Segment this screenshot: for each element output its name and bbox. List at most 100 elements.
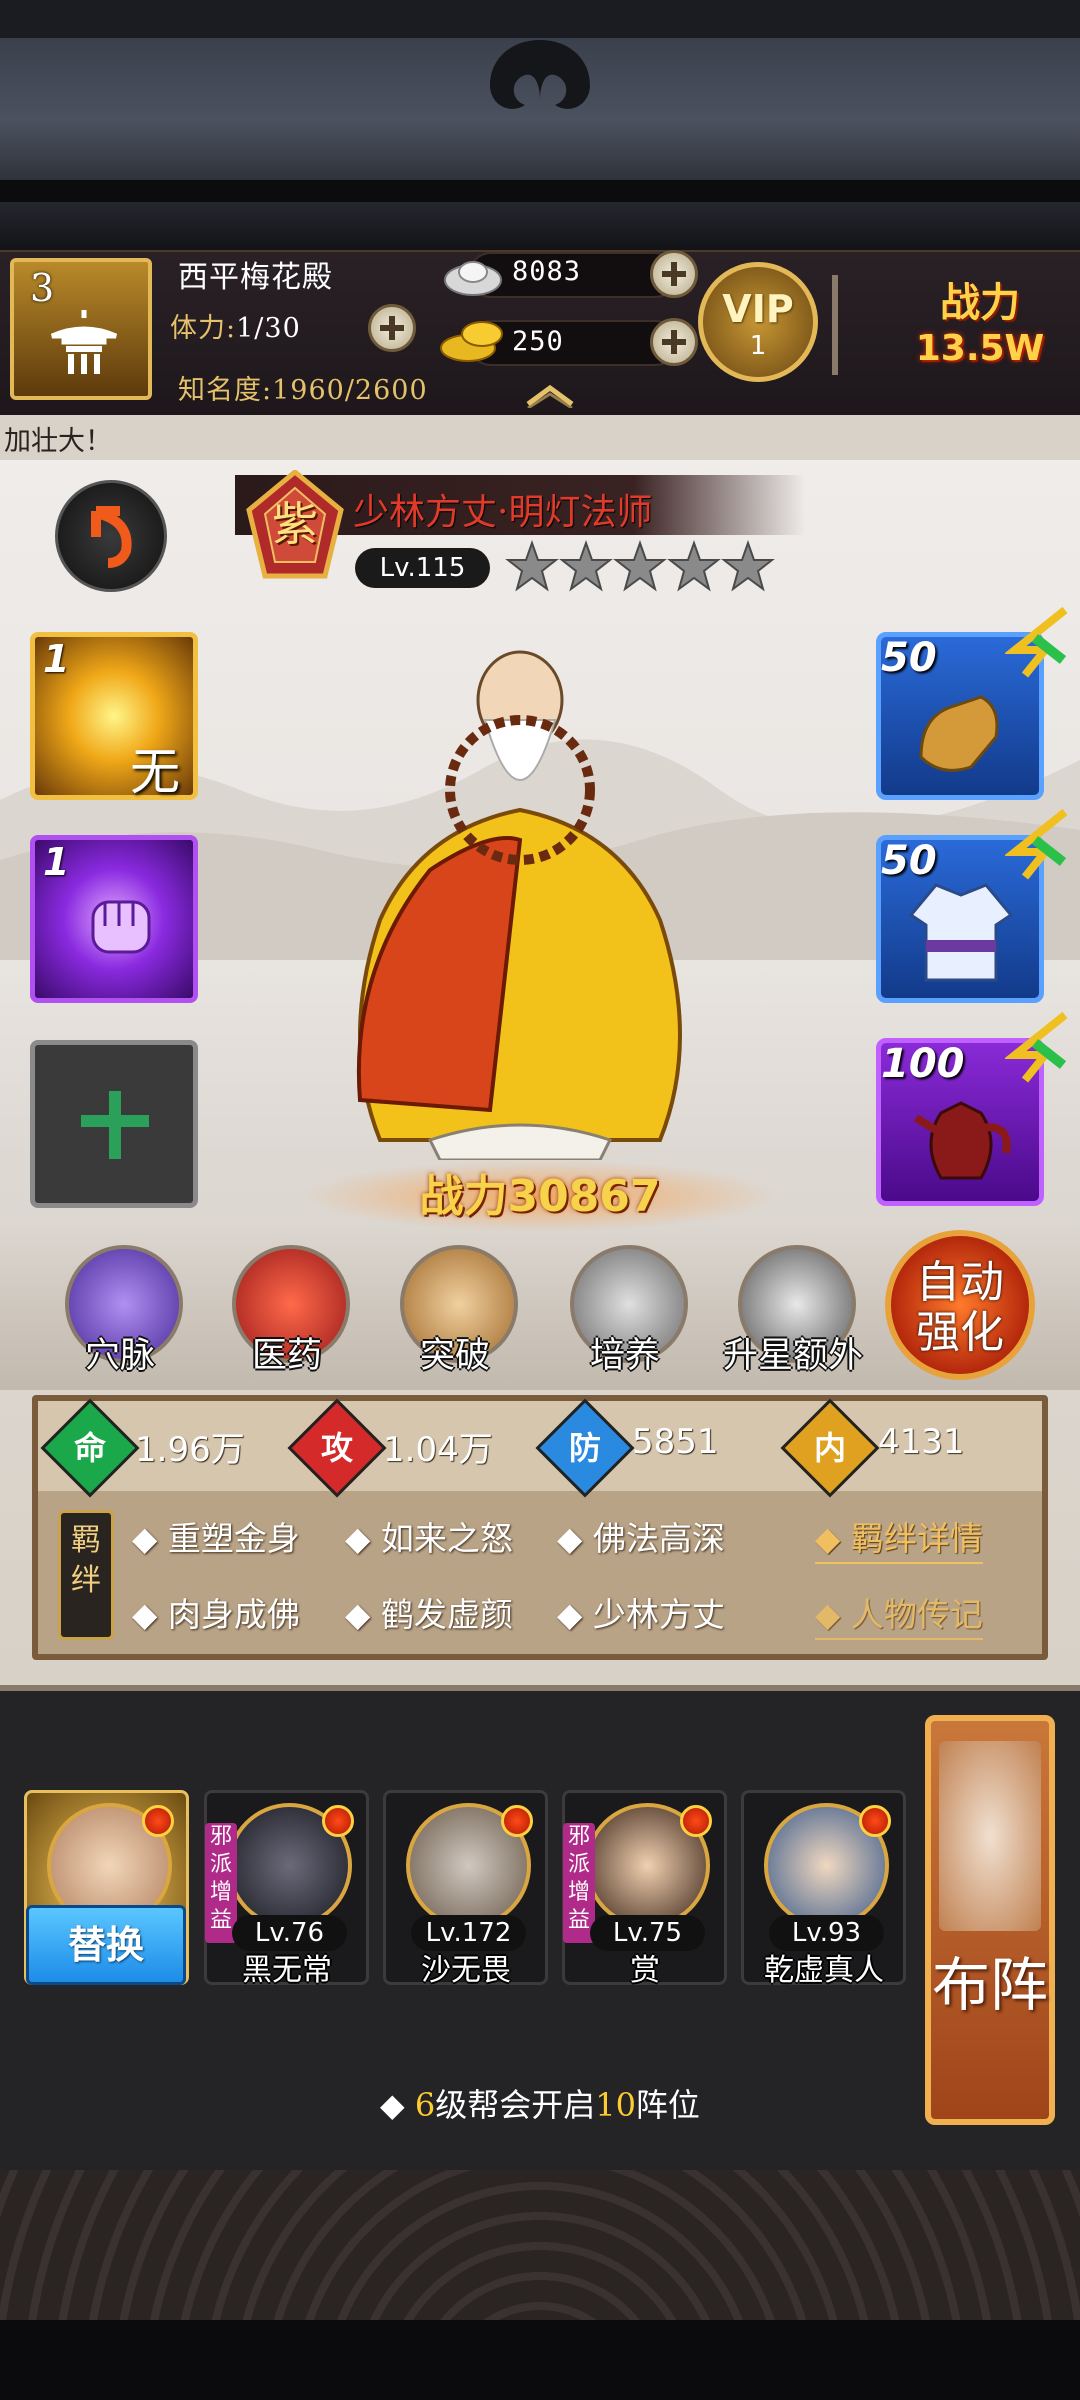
robe-icon xyxy=(908,883,1014,982)
medicine-button[interactable]: 医药 xyxy=(222,1245,352,1376)
skill-1-glyph: 无 xyxy=(130,743,180,801)
fame-value: 1960/2600 xyxy=(272,375,428,406)
lineup-slot[interactable]: 邪派增益 Lv.76 黑无常 xyxy=(204,1790,369,1988)
roof-beam xyxy=(0,180,1080,202)
breakthrough-button[interactable]: 突破 xyxy=(390,1245,520,1376)
formation-button[interactable]: 布阵 xyxy=(925,1715,1055,2125)
medicine-label: 医药 xyxy=(251,1336,322,1376)
replace-button[interactable]: 替换 xyxy=(26,1905,186,1985)
bond-item: ◆ 如来之怒 xyxy=(345,1519,513,1558)
hero-level: Lv.115 xyxy=(355,548,490,588)
formation-art xyxy=(939,1741,1041,1931)
silver-amount: 8083 xyxy=(512,256,582,287)
total-power-value: 13.5W xyxy=(915,328,1045,369)
stamina-value: 1/30 xyxy=(236,313,301,344)
star-icon xyxy=(613,539,667,592)
lineup-slot[interactable]: Lv.93 乾虚真人 xyxy=(741,1790,906,1988)
teapot-icon xyxy=(913,1101,1011,1180)
gold-amount: 250 xyxy=(512,326,564,357)
skill-slot-empty[interactable] xyxy=(30,1040,198,1208)
stamina-row: 体力:1/30 xyxy=(170,306,301,345)
cultivate-button[interactable]: 培养 xyxy=(560,1245,690,1376)
star-icon xyxy=(505,539,559,592)
add-stamina-button[interactable] xyxy=(368,304,416,352)
bond-item: ◆ 鹤发虚颜 xyxy=(345,1595,513,1634)
attack-value: 1.04万 xyxy=(383,1430,493,1470)
footer-pattern xyxy=(0,2170,1080,2400)
evil-faction-tag: 邪派增益 xyxy=(563,1823,595,1943)
skill-slot-2[interactable]: 1 xyxy=(30,835,198,1003)
skill-slot-1[interactable]: 1 无 xyxy=(30,632,198,801)
star-icon xyxy=(559,539,613,592)
hero-portrait xyxy=(356,650,682,1160)
inner-power-value: 4131 xyxy=(878,1422,965,1462)
ticker-text: 加壮大！ xyxy=(4,426,112,457)
fist-icon xyxy=(91,900,151,954)
hero-name: 沙无畏 xyxy=(421,1953,511,1988)
vip-label: VIP xyxy=(722,287,794,331)
total-power[interactable]: 战力 13.5W xyxy=(880,262,1080,382)
lineup-slot[interactable]: Lv.172 沙无畏 xyxy=(383,1790,548,1988)
star-icon xyxy=(721,539,775,592)
total-power-label: 战力 xyxy=(940,280,1020,326)
back-button[interactable] xyxy=(55,480,167,592)
auto-strengthen-button[interactable]: 自动强化 xyxy=(885,1230,1035,1380)
star-up-button[interactable]: 升星额外 xyxy=(723,1245,863,1376)
stamina-label: 体力: xyxy=(170,313,237,344)
header-divider xyxy=(832,275,838,375)
skill-2-level: 1 xyxy=(43,840,70,884)
news-ticker: 加壮大！ xyxy=(0,415,1080,460)
lineup-slot[interactable]: 邪派增益 Lv.75 赏 xyxy=(562,1790,727,1988)
fame-label: 知名度: xyxy=(178,375,273,406)
roof-background xyxy=(0,0,1080,250)
bond-item: ◆ 少林方丈 xyxy=(557,1595,725,1634)
upgrade-arrow-icon[interactable] xyxy=(1005,1005,1080,1085)
cultivate-label: 培养 xyxy=(589,1336,660,1376)
notification-dot xyxy=(680,1805,712,1837)
notification-dot xyxy=(859,1805,891,1837)
notification-dot xyxy=(501,1805,533,1837)
vip-level: 1 xyxy=(749,331,767,361)
notification-dot xyxy=(142,1805,174,1837)
upgrade-arrow-icon[interactable] xyxy=(1005,600,1080,680)
gloves-icon xyxy=(919,695,999,772)
upgrade-arrow-icon[interactable] xyxy=(1005,802,1080,882)
footer-strip xyxy=(0,2320,1080,2400)
fame-row: 知名度:1960/2600 xyxy=(178,368,428,407)
gold-ingot-icon xyxy=(440,321,503,362)
hero-name: 黑无常 xyxy=(242,1953,332,1988)
silver-ingot-icon xyxy=(444,261,502,296)
back-arrow-icon xyxy=(91,506,132,568)
biography-link[interactable]: ◆ 人物传记 xyxy=(815,1588,983,1640)
hero-name: 乾虚真人 xyxy=(764,1953,884,1988)
evil-faction-tag: 邪派增益 xyxy=(205,1823,237,1943)
add-gold-button[interactable] xyxy=(650,318,698,366)
hero-power-value: 30867 xyxy=(507,1171,661,1222)
vip-badge[interactable]: VIP 1 xyxy=(698,262,818,382)
bond-item: ◆ 佛法高深 xyxy=(557,1519,725,1558)
formation-label: 布阵 xyxy=(931,1951,1048,2019)
pavilion-icon xyxy=(50,310,118,374)
plus-icon xyxy=(81,1091,149,1159)
player-level-badge[interactable]: 3 xyxy=(10,258,152,400)
auto-strengthen-label: 自动强化 xyxy=(916,1257,1004,1358)
meridian-button[interactable]: 穴脉 xyxy=(55,1245,185,1376)
star-icon xyxy=(667,539,721,592)
add-silver-button[interactable] xyxy=(650,250,698,298)
location-name: 西平梅花殿 xyxy=(178,260,333,295)
hero-name: 赏 xyxy=(630,1953,660,1988)
hero-power-label: 战力 xyxy=(419,1171,508,1222)
roof-ornament-icon xyxy=(490,40,590,109)
hp-value: 1.96万 xyxy=(135,1430,245,1470)
hero-name: 少林方丈·明灯法师 xyxy=(353,492,653,533)
hero-stars xyxy=(505,539,775,594)
meridian-label: 穴脉 xyxy=(84,1336,155,1376)
star-up-label: 升星额外 xyxy=(722,1336,863,1376)
defense-value: 5851 xyxy=(632,1422,719,1462)
unlock-hint: ◆ 6级帮会开启10阵位 xyxy=(380,2086,700,2124)
expand-chevron-icon[interactable] xyxy=(520,380,580,408)
bond-details-link[interactable]: ◆ 羁绊详情 xyxy=(815,1512,983,1564)
breakthrough-label: 突破 xyxy=(419,1336,490,1376)
bond-tag: 羁绊 xyxy=(58,1510,114,1640)
bond-item: ◆ 重塑金身 xyxy=(132,1519,300,1558)
